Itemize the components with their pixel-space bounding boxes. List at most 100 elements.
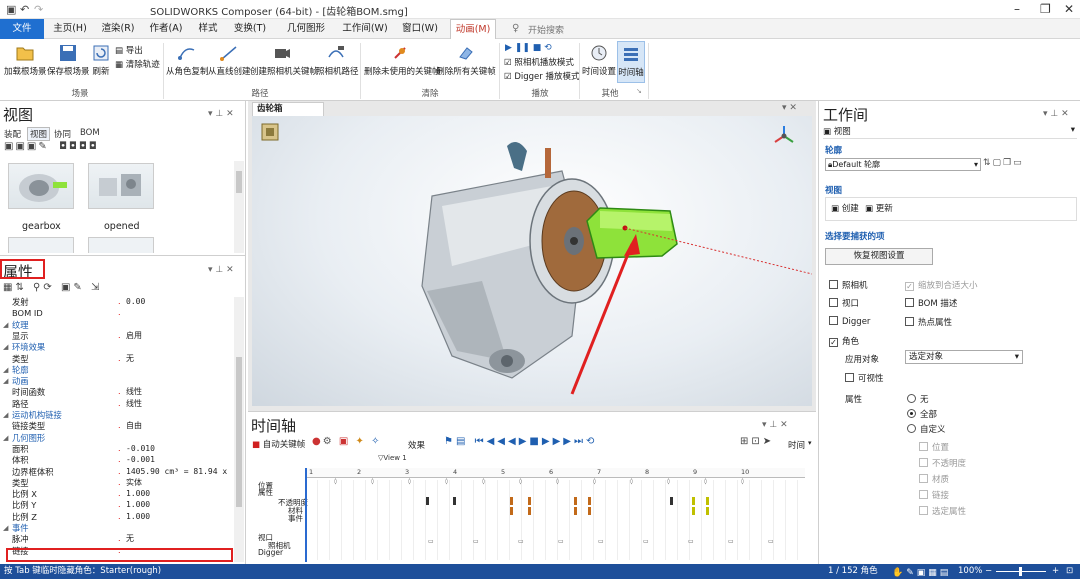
step-back-icon[interactable]: ◀ — [508, 436, 519, 447]
playhead[interactable] — [305, 468, 307, 562]
view-toolbar[interactable]: ▣▣▣✎ ◘◘◘◘ — [4, 141, 99, 152]
view-icon-c[interactable]: ◘ — [79, 141, 89, 152]
keyframe-diamond-icon[interactable]: ◊ — [741, 478, 744, 485]
tab-window[interactable]: 窗口(W) — [398, 19, 442, 39]
keyframe[interactable] — [588, 497, 591, 505]
load-root-scene-button[interactable]: 加载根场景 — [4, 43, 47, 77]
set-key-icon[interactable]: ● — [312, 436, 323, 447]
panel-menu-icon[interactable]: ▾ ⊥ ✕ — [1043, 109, 1069, 119]
document-menu-icon[interactable]: ▾ ✕ — [782, 103, 797, 113]
chevron-down-icon[interactable]: ▾ — [808, 439, 812, 447]
tab-animation[interactable]: 动画(M) — [450, 19, 496, 40]
tab-geometry[interactable]: 几何图形(G) — [280, 19, 332, 54]
effects-icon[interactable]: ✧ — [371, 436, 381, 447]
camera-icon[interactable]: ▣ — [917, 568, 929, 578]
clear-trail-button[interactable]: ▦ 清除轨迹 — [115, 58, 160, 70]
view-thumbnail[interactable] — [88, 163, 154, 209]
property-value[interactable]: 1405.90 cm³ = 81.94 x 20 — [126, 467, 232, 478]
time-dropdown[interactable]: 时间 — [788, 439, 805, 451]
property-row[interactable]: BOM ID. — [0, 308, 232, 319]
attribute-radio[interactable]: 全部 — [907, 408, 937, 420]
camera-update-icon[interactable]: ▣ — [27, 141, 38, 152]
tab-bom[interactable]: BOM — [80, 128, 100, 138]
view-thumbnail-partial[interactable] — [88, 237, 154, 253]
camera-play-mode-check[interactable]: ☑ 照相机播放模式 — [504, 56, 574, 68]
keyframe-tools[interactable]: ●⚙ ▣ ✦ ✧ — [312, 436, 382, 447]
play-icon[interactable]: ▶ — [519, 436, 530, 447]
keyframe[interactable] — [528, 497, 531, 505]
create-from-line-button[interactable]: 从直线创建 — [208, 43, 251, 77]
zoom-tools[interactable]: ⊞⊡➤ — [740, 436, 774, 447]
tab-transform[interactable]: 变换(T) — [230, 19, 270, 39]
create-view-button[interactable]: ▣ 创建 — [831, 202, 859, 214]
property-section[interactable]: ◢ 运动机构链接 — [0, 410, 232, 421]
film-icon[interactable] — [261, 123, 279, 141]
camera-keyframe-icon[interactable]: ▭ — [558, 538, 564, 545]
keyframe-diamond-icon[interactable]: ◊ — [630, 478, 633, 485]
keyframe-diamond-icon[interactable]: ◊ — [334, 478, 337, 485]
tab-workshops[interactable]: 工作间(W) — [342, 19, 388, 39]
capture-checkbox[interactable]: Digger — [829, 316, 870, 327]
sort-az-icon[interactable]: ⇅ — [983, 158, 993, 168]
axis-triad-icon[interactable] — [774, 126, 794, 143]
copy-outline-icon[interactable]: ❐ — [1003, 158, 1013, 168]
collapse-icon[interactable]: ◢ — [3, 410, 8, 421]
delete-all-keyframes-button[interactable]: 删除所有关键帧 — [436, 43, 496, 77]
properties-toolbar[interactable]: ▦⇅ ⚲⟳ ▣✎ ⇲ — [3, 282, 102, 293]
marker-icon[interactable]: ⚑ — [444, 436, 456, 447]
effects-button[interactable]: 效果 — [408, 439, 425, 451]
keyframe-diamond-icon[interactable]: ◊ — [704, 478, 707, 485]
property-value[interactable]: 线性 — [126, 399, 142, 410]
property-row[interactable]: 比例 X. 1.000 — [0, 489, 232, 500]
fit-icon[interactable]: ⊡ — [1066, 564, 1073, 579]
keyframe-diamond-icon[interactable]: ◊ — [519, 478, 522, 485]
keyframe[interactable] — [588, 507, 591, 515]
collapse-icon[interactable]: ◢ — [3, 342, 8, 353]
keyframe-diamond-icon[interactable]: ◊ — [667, 478, 670, 485]
track-label[interactable]: 事件 — [288, 513, 303, 524]
property-value[interactable]: 无 — [126, 534, 134, 545]
export-button[interactable]: ▤ 导出 — [115, 44, 143, 56]
attribute-radio[interactable]: 无 — [907, 393, 929, 405]
keyframe[interactable] — [574, 507, 577, 515]
property-value[interactable]: 1.000 — [126, 512, 150, 523]
tab-views[interactable]: 视图 — [27, 127, 51, 141]
layout-icon[interactable]: ▤ — [940, 568, 952, 578]
playback-controls[interactable]: ▶ ❚❚ ■ ⟲ — [505, 43, 552, 53]
paint-key-icon[interactable]: ✦ — [356, 436, 366, 447]
property-row[interactable]: 比例 Z. 1.000 — [0, 512, 232, 523]
collapse-icon[interactable]: ◢ — [3, 320, 8, 331]
attribute-radio[interactable]: 自定义 — [907, 423, 946, 435]
workshop-selector[interactable]: ▣ 视图 ▾ — [823, 125, 1077, 139]
zoom-fit-icon[interactable]: ⊞ — [740, 436, 751, 447]
go-end-icon[interactable]: ⏭ — [574, 436, 586, 447]
tab-home[interactable]: 主页(H) — [50, 19, 90, 39]
delete-outline-icon[interactable]: ▭ — [1013, 158, 1024, 168]
record-icon[interactable]: ■ — [252, 440, 260, 450]
keyframe[interactable] — [692, 507, 695, 515]
property-value[interactable]: -0.001 — [126, 455, 155, 466]
property-row[interactable]: 路径. 线性 — [0, 399, 232, 410]
capture-checkbox[interactable]: 视口 — [829, 297, 859, 309]
property-value[interactable]: 自由 — [126, 421, 142, 432]
property-row[interactable]: 显示. 启用 — [0, 331, 232, 342]
camera-key-icon[interactable]: ▣ — [339, 436, 350, 447]
view-icon-d[interactable]: ◘ — [89, 141, 99, 152]
step-forward-icon[interactable]: ▶ — [542, 436, 553, 447]
property-section[interactable]: ◢ 纹理 — [0, 320, 232, 331]
view-icon-a[interactable]: ◘ — [59, 141, 69, 152]
panel-menu-icon[interactable]: ▾ ⊥ ✕ — [208, 265, 234, 275]
camera-keyframe-icon[interactable]: ▭ — [688, 538, 694, 545]
tab-render[interactable]: 渲染(R) — [98, 19, 138, 39]
property-value[interactable]: 1.000 — [126, 489, 150, 500]
property-section[interactable]: ◢ 事件 — [0, 523, 232, 534]
keyframe-diamond-icon[interactable]: ◊ — [556, 478, 559, 485]
capture-checkbox[interactable]: BOM 描述 — [905, 297, 957, 309]
tab-author[interactable]: 作者(A) — [146, 19, 186, 39]
keyframe-diamond-icon[interactable]: ◊ — [408, 478, 411, 485]
property-row[interactable]: 发射. 0.00 — [0, 297, 232, 308]
property-value[interactable]: -0.010 — [126, 444, 155, 455]
grid-icon[interactable]: ▦ — [928, 568, 940, 578]
zoom-select-icon[interactable]: ⊡ — [751, 436, 762, 447]
property-row[interactable]: 类型. 实体 — [0, 478, 232, 489]
